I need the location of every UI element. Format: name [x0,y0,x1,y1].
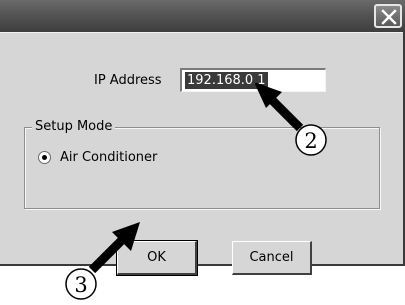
annotation-overlay: 2 3 [65,82,327,300]
arrow-to-ok-icon [88,222,140,274]
callout-3: 3 [65,268,97,300]
arrow-to-ip-icon [254,82,304,132]
callout-2: 2 [295,124,327,156]
callout-2-number: 2 [304,129,317,153]
callout-3-number: 3 [74,273,87,297]
